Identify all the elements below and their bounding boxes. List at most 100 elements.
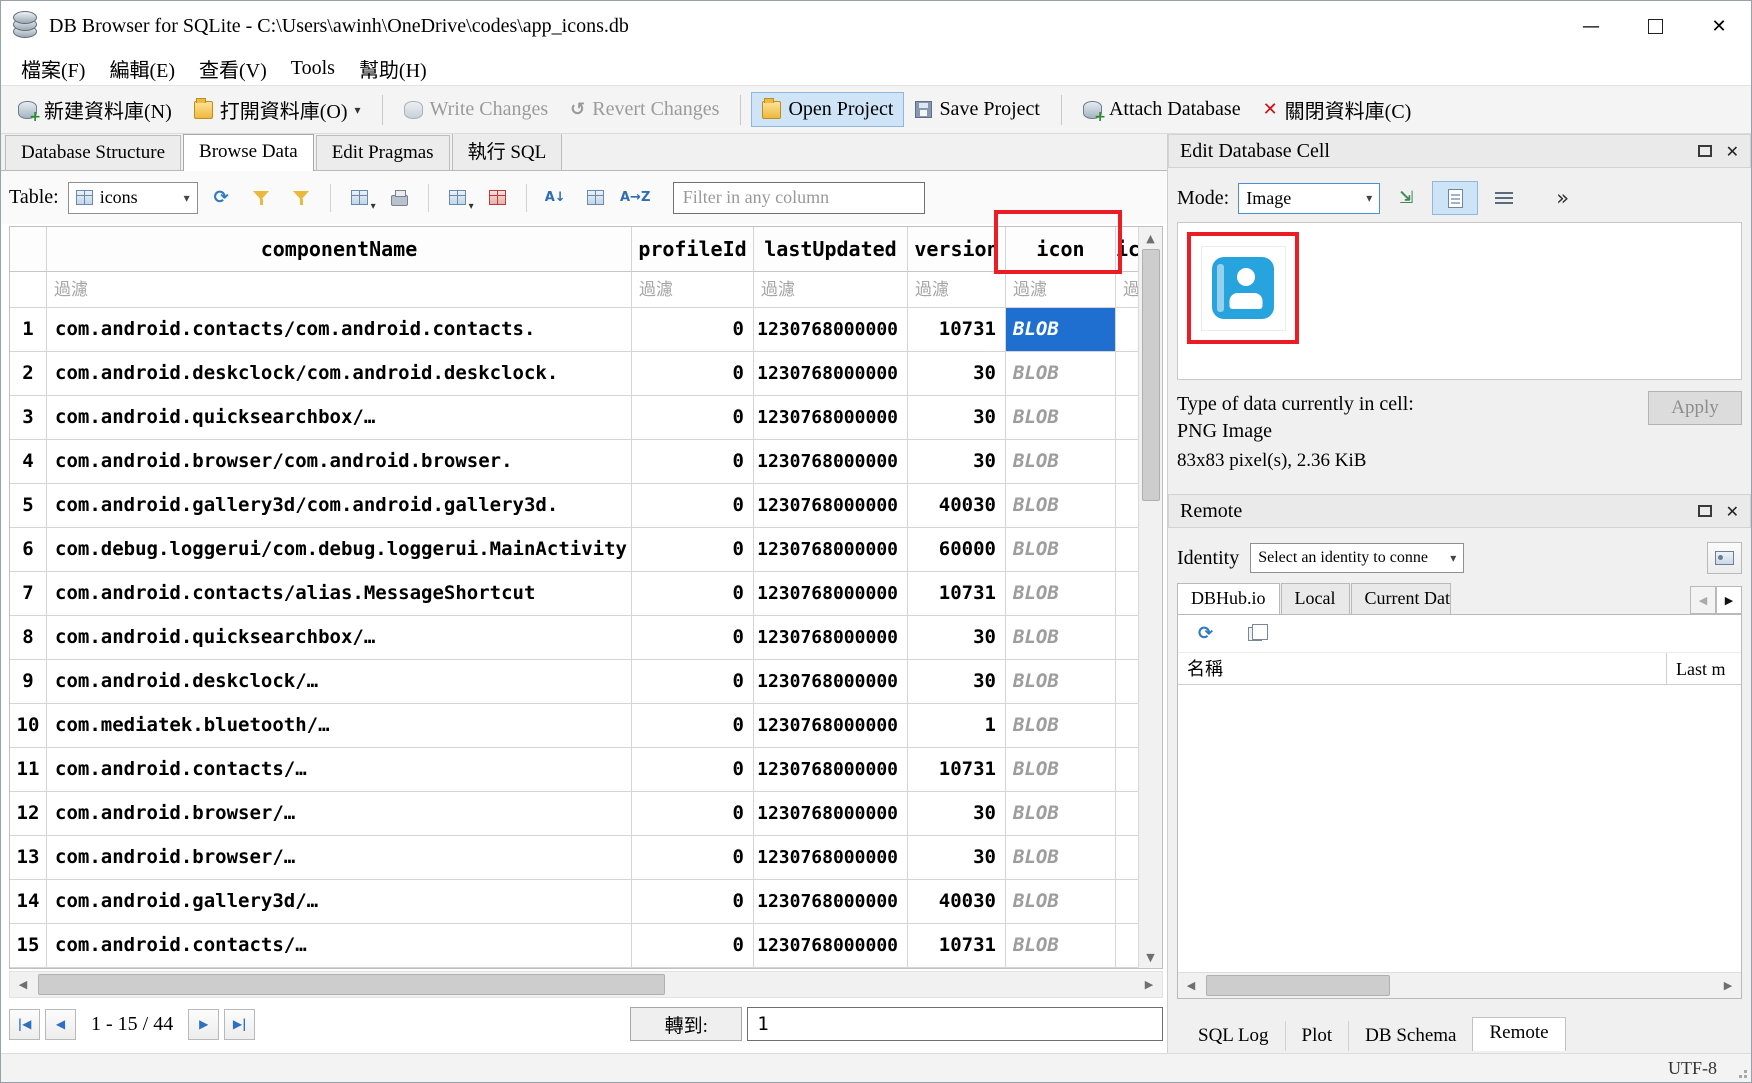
remote-horizontal-scrollbar[interactable]: ◀ ▶ — [1178, 972, 1741, 998]
goto-button[interactable]: 轉到: — [630, 1007, 742, 1041]
cell-lastupdated[interactable]: 1230768000000 — [754, 528, 908, 572]
row-number[interactable]: 9 — [10, 660, 47, 704]
cell-componentname[interactable]: com.android.gallery3d/… — [47, 880, 632, 924]
filter-input-componentname[interactable]: 過濾 — [47, 272, 632, 308]
cell-lastupdated[interactable]: 1230768000000 — [754, 836, 908, 880]
cell-lastupdated[interactable]: 1230768000000 — [754, 616, 908, 660]
cell-componentname[interactable]: com.android.contacts/alias.MessageShortc… — [47, 572, 632, 616]
cell-overflow[interactable] — [1116, 308, 1140, 352]
attach-database-button[interactable]: Attach Database — [1072, 92, 1252, 127]
write-changes-button[interactable]: Write Changes — [393, 92, 560, 127]
print-button[interactable] — [383, 181, 416, 214]
close-button[interactable]: ✕ — [1687, 1, 1751, 51]
cell-icon[interactable]: BLOB — [1006, 484, 1116, 528]
tab-execute-sql[interactable]: 執行 SQL — [452, 134, 563, 170]
import-data-button[interactable]: ⇲ — [1389, 181, 1423, 215]
encoding-indicator[interactable]: UTF-8 — [1668, 1058, 1717, 1079]
cell-profileid[interactable]: 0 — [632, 440, 754, 484]
close-database-button[interactable]: ✕ 關閉資料庫(C) — [1252, 89, 1423, 130]
row-number[interactable]: 8 — [10, 616, 47, 660]
cell-overflow[interactable] — [1116, 572, 1140, 616]
menu-tools[interactable]: Tools — [279, 57, 347, 80]
close-panel-icon[interactable]: ✕ — [1726, 502, 1739, 521]
cell-overflow[interactable] — [1116, 528, 1140, 572]
cell-version[interactable]: 30 — [908, 352, 1006, 396]
last-page-button[interactable]: ▶| — [224, 1009, 255, 1040]
cell-profileid[interactable]: 0 — [632, 616, 754, 660]
cell-lastupdated[interactable]: 1230768000000 — [754, 880, 908, 924]
tab-scroll-right-icon[interactable]: ▶ — [1716, 586, 1742, 614]
text-mode-button[interactable] — [1432, 181, 1478, 215]
cell-icon[interactable]: BLOB — [1006, 836, 1116, 880]
vertical-scrollbar-thumb[interactable] — [1142, 249, 1160, 501]
cell-componentname[interactable]: com.android.quicksearchbox/… — [47, 616, 632, 660]
menu-edit[interactable]: 編輯(E) — [97, 54, 187, 83]
cell-icon[interactable]: BLOB — [1006, 396, 1116, 440]
row-number[interactable]: 6 — [10, 528, 47, 572]
cell-lastupdated[interactable]: 1230768000000 — [754, 572, 908, 616]
filter-input-version[interactable]: 過濾 — [908, 272, 1006, 308]
row-number[interactable]: 14 — [10, 880, 47, 924]
row-number[interactable]: 12 — [10, 792, 47, 836]
minimize-button[interactable]: — — [1559, 1, 1623, 51]
cell-lastupdated[interactable]: 1230768000000 — [754, 792, 908, 836]
cell-overflow[interactable] — [1116, 836, 1140, 880]
scroll-left-icon[interactable]: ◀ — [10, 972, 36, 997]
cell-componentname[interactable]: com.android.browser/com.android.browser. — [47, 440, 632, 484]
cell-lastupdated[interactable]: 1230768000000 — [754, 704, 908, 748]
tab-edit-pragmas[interactable]: Edit Pragmas — [316, 135, 450, 170]
cell-version[interactable]: 30 — [908, 396, 1006, 440]
identity-selector[interactable]: Select an identity to conne ▾ — [1250, 543, 1464, 573]
cell-version[interactable]: 30 — [908, 792, 1006, 836]
scroll-up-icon[interactable]: ▲ — [1139, 227, 1162, 249]
cell-profileid[interactable]: 0 — [632, 924, 754, 968]
row-number[interactable]: 13 — [10, 836, 47, 880]
remote-refresh-button[interactable]: ⟳ — [1189, 617, 1222, 650]
manage-identities-button[interactable] — [1707, 542, 1742, 574]
cell-profileid[interactable]: 0 — [632, 792, 754, 836]
cell-version[interactable]: 40030 — [908, 484, 1006, 528]
row-number[interactable]: 3 — [10, 396, 47, 440]
cell-version[interactable]: 30 — [908, 836, 1006, 880]
open-database-button[interactable]: 打開資料庫(O) ▾ — [183, 89, 372, 130]
revert-changes-button[interactable]: ↺ Revert Changes — [559, 92, 730, 127]
cell-componentname[interactable]: com.android.quicksearchbox/… — [47, 396, 632, 440]
filter-input-icon[interactable]: 過濾 — [1006, 272, 1116, 308]
cell-overflow[interactable] — [1116, 484, 1140, 528]
cell-overflow[interactable] — [1116, 660, 1140, 704]
cell-lastupdated[interactable]: 1230768000000 — [754, 748, 908, 792]
column-header-profileid[interactable]: profileId — [632, 227, 754, 272]
filter-input-profileid[interactable]: 過濾 — [632, 272, 754, 308]
cell-profileid[interactable]: 0 — [632, 352, 754, 396]
cell-overflow[interactable] — [1116, 616, 1140, 660]
clone-database-button[interactable] — [1238, 617, 1271, 650]
cell-lastupdated[interactable]: 1230768000000 — [754, 484, 908, 528]
show-columns-button[interactable] — [579, 181, 612, 214]
scroll-right-icon[interactable]: ▶ — [1136, 972, 1162, 997]
tab-current-database[interactable]: Current Dat — [1351, 583, 1451, 614]
prev-page-button[interactable]: ◀ — [45, 1009, 76, 1040]
cell-overflow[interactable] — [1116, 880, 1140, 924]
cell-lastupdated[interactable]: 1230768000000 — [754, 396, 908, 440]
row-number[interactable]: 5 — [10, 484, 47, 528]
column-header-lastupdated[interactable]: lastUpdated — [754, 227, 908, 272]
refresh-button[interactable]: ⟳ — [205, 181, 238, 214]
cell-componentname[interactable]: com.android.deskclock/com.android.deskcl… — [47, 352, 632, 396]
save-project-button[interactable]: Save Project — [904, 92, 1051, 127]
cell-lastupdated[interactable]: 1230768000000 — [754, 308, 908, 352]
resize-grip-icon[interactable] — [1744, 1075, 1747, 1078]
remote-column-last-modified[interactable]: Last m — [1667, 653, 1741, 684]
apply-button[interactable]: Apply — [1648, 391, 1742, 425]
cell-overflow[interactable] — [1116, 440, 1140, 484]
vertical-scrollbar[interactable]: ▲ ▼ — [1138, 227, 1162, 968]
new-database-button[interactable]: 新建資料庫(N) — [7, 89, 183, 130]
cell-icon[interactable]: BLOB — [1006, 572, 1116, 616]
cell-version[interactable]: 1 — [908, 704, 1006, 748]
cell-version[interactable]: 30 — [908, 616, 1006, 660]
open-database-dropdown-icon[interactable]: ▾ — [355, 103, 361, 117]
cell-lastupdated[interactable]: 1230768000000 — [754, 352, 908, 396]
row-number[interactable]: 10 — [10, 704, 47, 748]
cell-icon[interactable]: BLOB — [1006, 352, 1116, 396]
cell-icon[interactable]: BLOB — [1006, 440, 1116, 484]
filter-input-lastupdated[interactable]: 過濾 — [754, 272, 908, 308]
